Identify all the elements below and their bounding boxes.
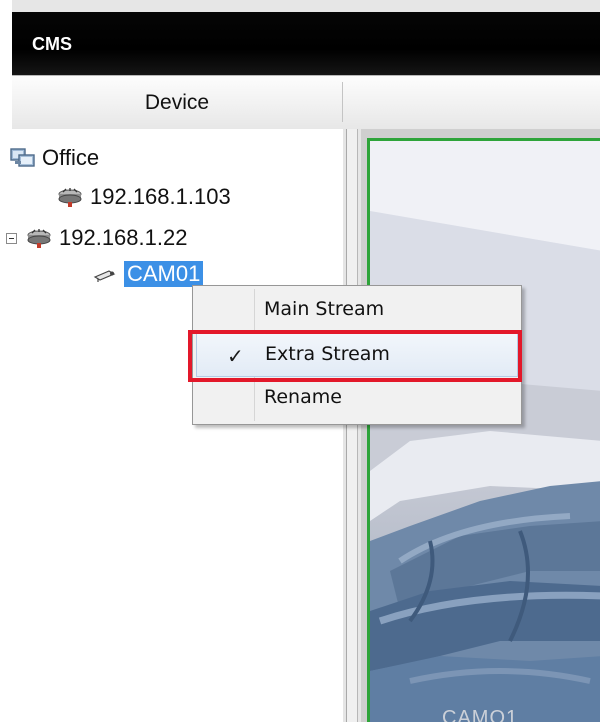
- tree-label-office: Office: [42, 145, 100, 170]
- top-strip: [12, 0, 600, 12]
- tree-label-camera: CAM01: [124, 261, 204, 287]
- window-title: CMS: [32, 34, 72, 54]
- monitor-group-icon: [10, 146, 36, 170]
- tab-device[interactable]: Device: [12, 76, 342, 129]
- network-device-icon: [56, 186, 84, 208]
- highlight-annotation-box: [188, 330, 522, 382]
- menu-item-rename[interactable]: Rename: [196, 377, 518, 421]
- menu-label-main-stream: Main Stream: [264, 298, 385, 320]
- tab-separator: [342, 82, 343, 122]
- panel-splitter[interactable]: [343, 129, 361, 722]
- tree-item-office[interactable]: Office: [10, 145, 99, 171]
- video-frame[interactable]: CAMO1: [367, 138, 600, 722]
- tree-item-device-103[interactable]: 192.168.1.103: [56, 184, 231, 210]
- camera-icon: [92, 265, 118, 283]
- title-bar: CMS: [12, 12, 600, 75]
- tree-label-device-22: 192.168.1.22: [59, 225, 188, 250]
- tree-label-device-103: 192.168.1.103: [90, 184, 231, 209]
- device-tree-panel: Office 192.168.1.103 192.168.1.22 CAM01: [0, 129, 343, 722]
- video-overlay-label: CAMO1: [442, 707, 519, 722]
- menu-label-rename: Rename: [264, 386, 342, 408]
- menu-item-main-stream[interactable]: Main Stream: [196, 289, 518, 333]
- video-feed-image: [370, 141, 600, 722]
- tree-item-device-22[interactable]: 192.168.1.22: [6, 225, 187, 251]
- tab-bar: Device: [12, 75, 600, 130]
- network-device-icon: [25, 227, 53, 249]
- tree-item-camera[interactable]: CAM01: [92, 261, 204, 287]
- collapse-toggle-icon[interactable]: [6, 232, 17, 244]
